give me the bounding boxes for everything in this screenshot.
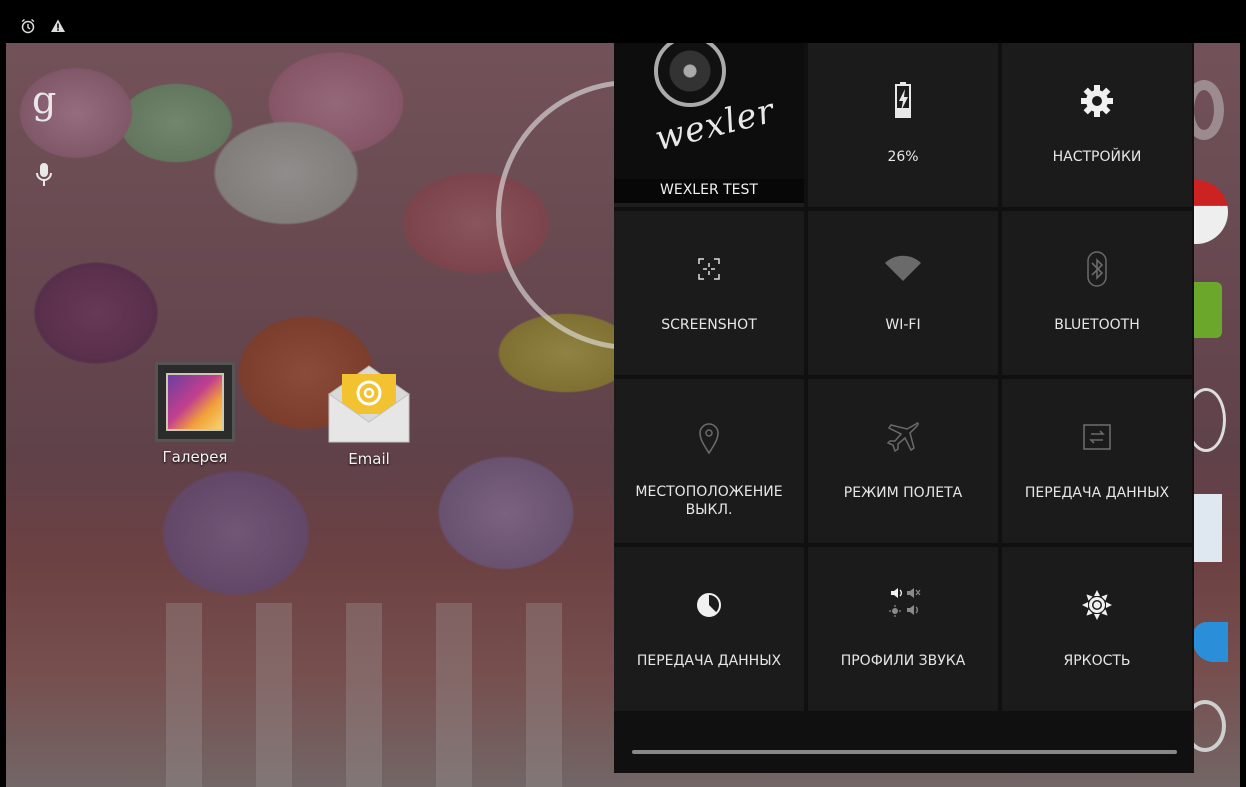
screenshot-label: SCREENSHOT [661, 317, 757, 333]
tile-data-transfer[interactable]: ПЕРЕДАЧА ДАННЫХ [1002, 379, 1192, 543]
tile-user[interactable]: wexler WEXLER TEST [614, 43, 804, 207]
user-name: WEXLER TEST [614, 179, 804, 203]
google-search-icon[interactable]: g [32, 80, 56, 120]
data-transfer-icon [1077, 417, 1117, 457]
tile-screenshot[interactable]: SCREENSHOT [614, 211, 804, 375]
email-icon [324, 360, 414, 444]
wifi-label: WI-FI [885, 317, 921, 333]
data-usage-icon [689, 585, 729, 625]
settings-label: НАСТРОЙКИ [1052, 149, 1142, 165]
voice-search-icon[interactable] [36, 162, 52, 188]
wifi-icon [883, 249, 923, 289]
screenshot-icon [689, 249, 729, 289]
airplane-icon [883, 417, 923, 457]
location-label: МЕСТОПОЛОЖЕНИЕ ВЫКЛ. [635, 484, 783, 518]
bluetooth-icon [1077, 249, 1117, 289]
tile-bluetooth[interactable]: BLUETOOTH [1002, 211, 1192, 375]
battery-charging-icon [883, 81, 923, 121]
sound-profiles-label: ПРОФИЛИ ЗВУКА [840, 653, 966, 669]
tile-settings[interactable]: НАСТРОЙКИ [1002, 43, 1192, 207]
battery-label: 26% [887, 149, 919, 165]
app-gallery[interactable]: Галерея [140, 362, 250, 466]
bluetooth-label: BLUETOOTH [1054, 317, 1140, 333]
data-transfer-label: ПЕРЕДАЧА ДАННЫХ [1024, 485, 1170, 501]
tile-airplane-mode[interactable]: РЕЖИМ ПОЛЕТА [808, 379, 998, 543]
tile-brightness[interactable]: ЯРКОСТЬ [1002, 547, 1192, 711]
gallery-icon [155, 362, 235, 442]
location-icon [689, 417, 729, 457]
alarm-icon [20, 18, 36, 34]
gear-icon [1077, 81, 1117, 121]
sound-profiles-icon [883, 585, 923, 625]
tile-data-usage[interactable]: ПЕРЕДАЧА ДАННЫХ [614, 547, 804, 711]
app-shortcut-icon[interactable] [1192, 282, 1222, 338]
quick-settings-panel: wexler WEXLER TEST 26% НАСТРОЙКИ SCREENS… [614, 43, 1194, 773]
app-shortcut-icon[interactable] [1190, 494, 1222, 562]
airplane-label: РЕЖИМ ПОЛЕТА [843, 485, 963, 501]
app-label-gallery: Галерея [162, 448, 228, 466]
app-email[interactable]: Email [314, 360, 424, 468]
status-bar[interactable] [6, 10, 1240, 43]
warning-icon [50, 18, 66, 34]
tile-battery[interactable]: 26% [808, 43, 998, 207]
data-usage-label: ПЕРЕДАЧА ДАННЫХ [636, 653, 782, 669]
panel-handle-bar[interactable] [632, 750, 1177, 754]
tile-sound-profiles[interactable]: ПРОФИЛИ ЗВУКА [808, 547, 998, 711]
tile-wifi[interactable]: WI-FI [808, 211, 998, 375]
app-label-email: Email [348, 450, 390, 468]
tile-location[interactable]: МЕСТОПОЛОЖЕНИЕ ВЫКЛ. [614, 379, 804, 543]
brightness-icon [1077, 585, 1117, 625]
screen: g Галерея Email wexler WEXLER TEST 26% Н… [6, 10, 1240, 787]
brightness-label: ЯРКОСТЬ [1063, 653, 1131, 669]
